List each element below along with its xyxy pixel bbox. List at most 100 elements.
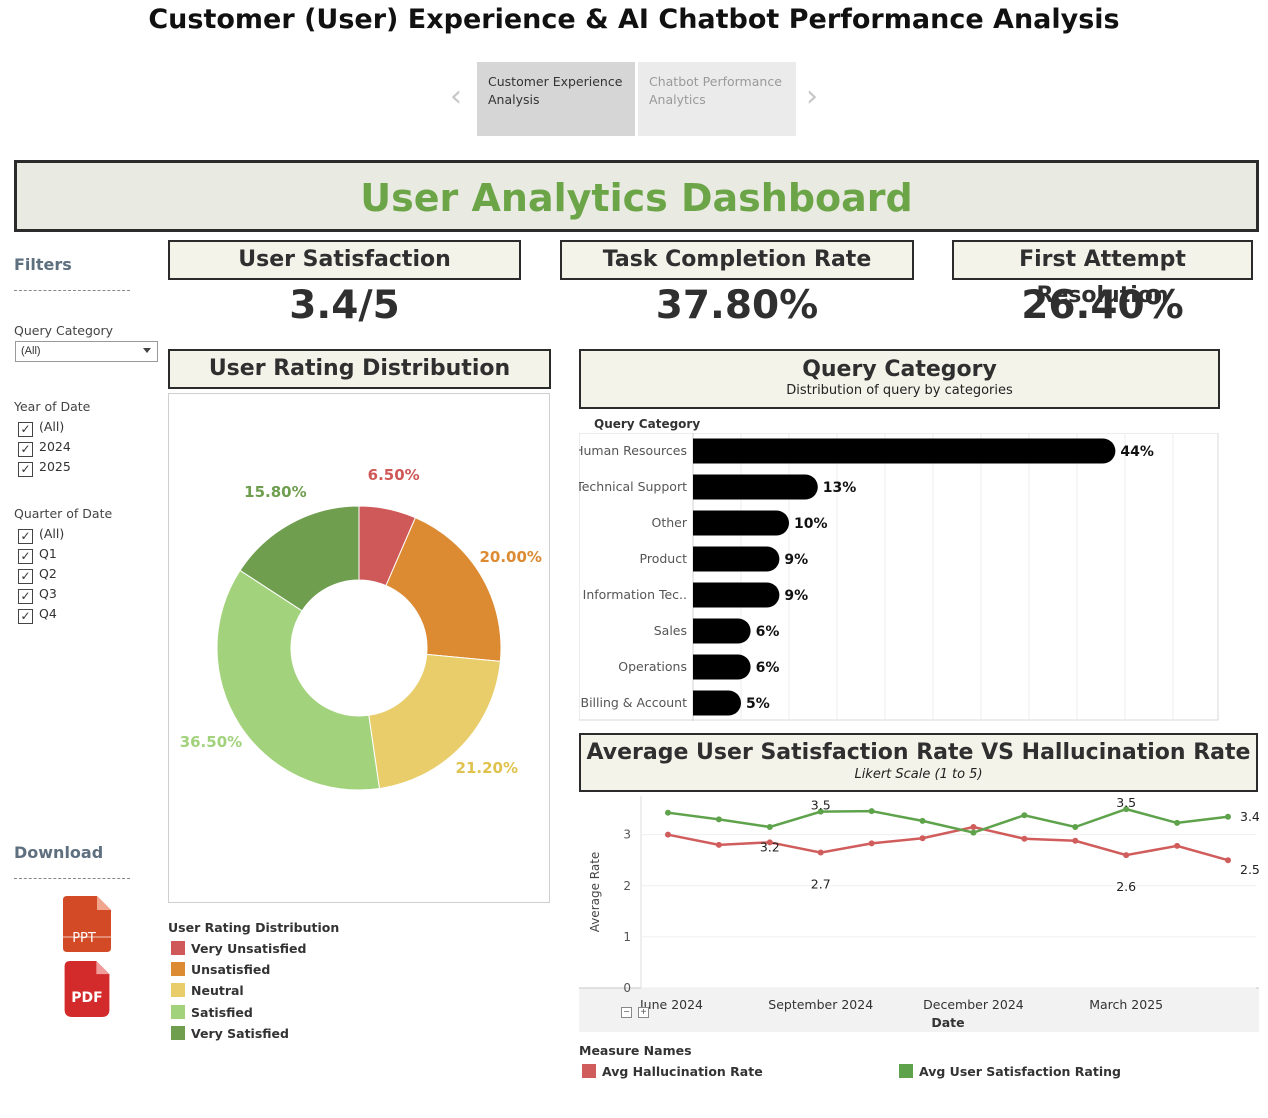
bar-value-label: 13% (823, 480, 857, 496)
legend-item-unsatisfied[interactable]: Unsatisfied (171, 962, 270, 978)
bar-billing-account[interactable] (693, 690, 741, 716)
legend-item-avg-hallucination-rate[interactable]: Avg Hallucination Rate (582, 1064, 763, 1080)
series-data-label: 2.6 (1116, 879, 1136, 894)
bar-operations[interactable] (693, 654, 751, 680)
quarter-option-q1[interactable]: ✓ Q1 (18, 546, 57, 564)
legend-item-avg-user-satisfaction-rating[interactable]: Avg User Satisfaction Rating (899, 1064, 1121, 1080)
legend-swatch (899, 1064, 913, 1078)
bar-category-label: Information Tec.. (583, 587, 687, 602)
query-category-dropdown[interactable]: (All) (15, 341, 158, 362)
download-heading: Download (14, 843, 104, 862)
line-chart-panel: 0 1 2 3 Average Rate June 2024 September 2024 D… (579, 795, 1260, 1032)
quarter-option-all[interactable]: ✓ (All) (18, 526, 64, 544)
checkbox-icon: ✓ (18, 442, 33, 457)
bar-sales[interactable] (693, 618, 751, 644)
bar-plot-frame (578, 432, 1219, 721)
x-tick-label: March 2025 (1089, 997, 1163, 1012)
kpi-title-first-attempt: First Attempt Resolution (952, 240, 1253, 308)
series-point[interactable] (868, 840, 875, 847)
quarter-option-q2[interactable]: ✓ Q2 (18, 566, 57, 584)
series-point[interactable] (1021, 812, 1028, 819)
quarter-filter-label: Quarter of Date (14, 506, 113, 521)
bar-other[interactable] (693, 510, 789, 536)
series-point[interactable] (817, 849, 824, 856)
tab-chatbot-performance[interactable]: Chatbot Performance Analytics (638, 62, 796, 136)
kpi-title-user-satisfaction: User Satisfaction (168, 240, 521, 280)
bar-category-label: Sales (654, 623, 687, 638)
series-point[interactable] (766, 824, 773, 830)
series-point[interactable] (665, 831, 671, 838)
series-point[interactable] (1225, 813, 1231, 820)
dropdown-value: (All) (21, 345, 41, 357)
bar-value-label: 5% (746, 696, 770, 712)
bar-value-label: 6% (756, 624, 780, 640)
page-title: Customer (User) Experience & AI Chatbot … (148, 4, 1120, 35)
chevron-right-icon[interactable]: › (806, 80, 818, 114)
legend-item-neutral[interactable]: Neutral (171, 983, 244, 999)
bar-value-label: 10% (794, 516, 828, 532)
quarter-option-q3[interactable]: ✓ Q3 (18, 586, 57, 604)
download-divider (14, 878, 130, 879)
year-option-2024[interactable]: ✓ 2024 (18, 439, 71, 457)
legend-item-very-unsatisfied[interactable]: Very Unsatisfied (171, 941, 306, 957)
series-point[interactable] (1174, 842, 1181, 849)
bar-category-label: Technical Support (579, 479, 687, 494)
series-point[interactable] (919, 817, 926, 824)
bar-technical-support[interactable] (693, 474, 818, 500)
series-point[interactable] (1021, 835, 1028, 842)
series-data-label: 3.4 (1240, 809, 1259, 824)
collapse-axis-button[interactable]: − (621, 1007, 632, 1018)
series-point[interactable] (868, 808, 875, 815)
series-point[interactable] (1174, 819, 1181, 826)
legend-swatch (171, 983, 185, 998)
year-option-all[interactable]: ✓ (All) (18, 419, 64, 437)
series-point[interactable] (1123, 852, 1130, 859)
quarter-option-q4[interactable]: ✓ Q4 (18, 606, 57, 624)
story-tabs: ‹ Customer Experience Analysis Chatbot P… (446, 62, 830, 136)
bar-information-tec[interactable] (693, 582, 780, 608)
tab-customer-experience[interactable]: Customer Experience Analysis (477, 62, 635, 136)
series-point[interactable] (919, 835, 926, 842)
series-point[interactable] (715, 816, 722, 823)
dashboard-title: User Analytics Dashboard (14, 160, 1259, 232)
chevron-left-icon[interactable]: ‹ (450, 80, 462, 114)
line-chart-title: Average User Satisfaction Rate VS Halluc… (586, 740, 1251, 765)
y-axis-title: Average Rate (588, 852, 602, 933)
bar-category-label: Operations (618, 659, 687, 674)
series-point[interactable] (715, 841, 722, 848)
bar-value-label: 6% (756, 660, 780, 676)
x-axis-title: Date (931, 1015, 964, 1030)
series-point[interactable] (970, 829, 977, 836)
pdf-download-button[interactable]: PDF (63, 961, 111, 1017)
year-option-2025[interactable]: ✓ 2025 (18, 459, 71, 477)
bar-product[interactable] (693, 546, 780, 572)
ppt-download-button[interactable]: PPT (63, 896, 111, 952)
series-point[interactable] (1072, 824, 1079, 830)
rating-donut-chart (216, 505, 502, 791)
measure-legend-title: Measure Names (579, 1043, 692, 1058)
series-point[interactable] (665, 809, 671, 816)
bar-value-label: 9% (784, 588, 808, 604)
query-category-bar-panel: Human Resources 44% Technical Support 13% Ot… (574, 432, 1219, 721)
legend-item-very-satisfied[interactable]: Very Satisfied (171, 1025, 289, 1042)
rating-distribution-title: User Rating Distribution (168, 349, 551, 389)
line-plot-area (579, 796, 1259, 988)
checkbox-icon: ✓ (18, 422, 33, 437)
query-category-title: Query Category (802, 357, 997, 382)
legend-label: Avg Hallucination Rate (602, 1064, 763, 1079)
legend-label: Avg User Satisfaction Rating (919, 1064, 1121, 1079)
legend-swatch (171, 1004, 185, 1019)
bar-human-resources[interactable] (693, 438, 1116, 464)
satisfaction-vs-hallucination-chart: 0123Average RateJune 2024 September 2024 D… (579, 795, 1260, 1032)
legend-item-satisfied[interactable]: Satisfied (171, 1004, 253, 1021)
bar-category-label: Billing & Account (581, 695, 688, 710)
bar-value-label: 44% (1120, 444, 1154, 460)
donut-label-very-satisfied: 15.80% (244, 483, 307, 502)
bar-category-label: Human Resources (579, 443, 687, 458)
expand-axis-button[interactable]: + (638, 1007, 649, 1018)
series-point[interactable] (970, 824, 977, 830)
series-point[interactable] (1225, 857, 1231, 864)
y-tick-label: 0 (623, 981, 631, 995)
series-point[interactable] (1072, 837, 1079, 844)
x-tick-label: September 2024 (768, 997, 873, 1012)
